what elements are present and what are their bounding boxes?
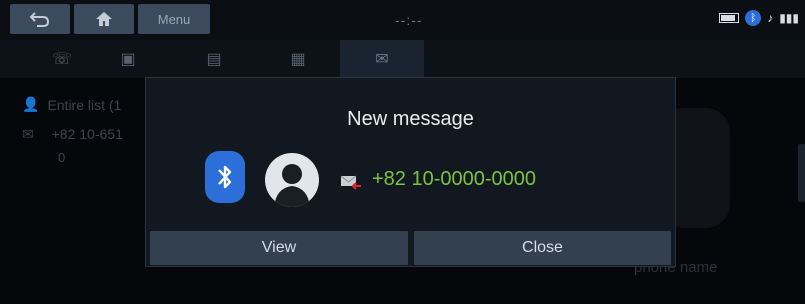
keypad-icon: ▦ xyxy=(290,51,306,68)
view-button-label: View xyxy=(261,239,297,256)
top-bar: Menu --:-- ᛒ ♪ ▮▮▮ xyxy=(0,0,805,40)
list-header: 👤 Entire list (1 xyxy=(22,96,121,113)
contacts-icon: ▣ xyxy=(120,51,136,68)
view-button[interactable]: View xyxy=(150,231,408,265)
list-item-number: +82 10-651 xyxy=(51,126,123,142)
menu-button[interactable]: Menu xyxy=(138,4,210,34)
close-button[interactable]: Close xyxy=(414,231,671,265)
messages-icon: ✉ xyxy=(375,51,389,68)
scroll-handle[interactable] xyxy=(798,144,805,202)
menu-label: Menu xyxy=(157,11,191,27)
list-item-message-icon: ✉ xyxy=(22,126,34,142)
back-icon xyxy=(29,12,50,27)
list-header-label: Entire list (1 xyxy=(47,96,122,113)
bluetooth-status-icon: ᛒ xyxy=(745,10,762,26)
tab-keypad[interactable]: ▦ xyxy=(256,40,340,78)
status-icons: ᛒ ♪ ▮▮▮ xyxy=(719,10,799,26)
home-button[interactable] xyxy=(74,4,134,34)
tab-bar: ☏ ▣ ▤ ▦ ✉ xyxy=(0,40,805,78)
call-history-icon: ☏ xyxy=(51,51,72,68)
music-note-icon: ♪ xyxy=(767,11,774,25)
signal-icon: ▮▮▮ xyxy=(779,11,799,25)
tab-contacts[interactable]: ▣ xyxy=(86,40,170,78)
bluetooth-icon xyxy=(205,151,245,203)
sender-number: +82 10-0000-0000 xyxy=(372,168,537,190)
person-silhouette-icon xyxy=(274,164,310,207)
home-icon xyxy=(96,12,112,26)
avatar xyxy=(265,153,319,207)
list-item-sub: 0 xyxy=(58,150,66,165)
new-message-popup: New message +82 10-0000-0000 View Close xyxy=(145,77,676,267)
back-button[interactable] xyxy=(10,4,70,34)
popup-title: New message xyxy=(347,108,474,130)
tab-favorites[interactable]: ▤ xyxy=(172,40,256,78)
person-icon: 👤 xyxy=(22,96,40,112)
battery-icon xyxy=(719,13,740,23)
close-button-label: Close xyxy=(522,239,563,256)
screen: Menu --:-- ᛒ ♪ ▮▮▮ ☏ ▣ ▤ ▦ ✉ 👤 Entire li… xyxy=(0,0,805,304)
message-received-icon xyxy=(340,174,361,190)
clock: --:-- xyxy=(395,12,423,28)
favorites-icon: ▤ xyxy=(206,51,222,68)
list-item[interactable]: ✉ +82 10-651 xyxy=(22,126,123,143)
tab-messages[interactable]: ✉ xyxy=(340,40,424,78)
